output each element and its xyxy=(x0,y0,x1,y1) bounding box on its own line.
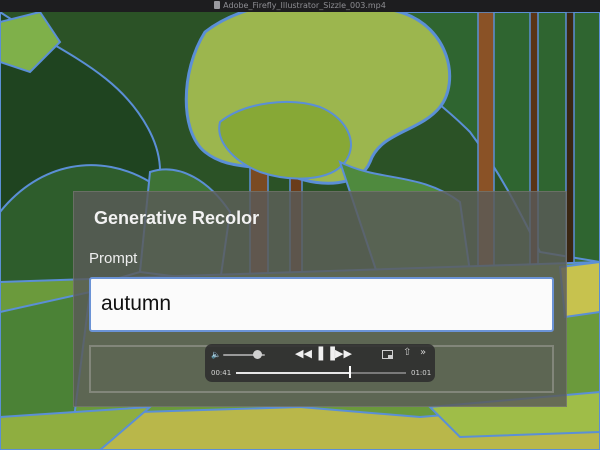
current-time: 00:41 xyxy=(211,369,232,377)
video-player-controls: 🔈 ◀◀ ❚❚ ▶▶ ⇧ » 00:41 01:01 xyxy=(205,344,435,382)
prompt-input[interactable]: autumn xyxy=(89,277,554,332)
share-icon[interactable]: ⇧ xyxy=(403,347,411,358)
volume-icon[interactable]: 🔈 xyxy=(211,350,221,359)
more-icon[interactable]: » xyxy=(420,347,426,358)
window-title: Adobe_Firefly_Illustrator_Sizzle_003.mp4 xyxy=(223,1,386,10)
document-icon xyxy=(214,1,221,9)
volume-slider-knob[interactable] xyxy=(252,350,262,359)
fast-forward-icon[interactable]: ▶▶ xyxy=(335,347,352,360)
scrub-playhead[interactable] xyxy=(348,366,351,378)
panel-title: Generative Recolor xyxy=(94,208,260,228)
prompt-label: Prompt xyxy=(89,250,138,267)
picture-in-picture-icon[interactable] xyxy=(382,350,393,359)
window-titlebar: Adobe_Firefly_Illustrator_Sizzle_003.mp4 xyxy=(0,0,600,12)
scrub-progress xyxy=(236,372,350,374)
end-time: 01:01 xyxy=(411,369,432,377)
rewind-icon[interactable]: ◀◀ xyxy=(295,347,312,360)
